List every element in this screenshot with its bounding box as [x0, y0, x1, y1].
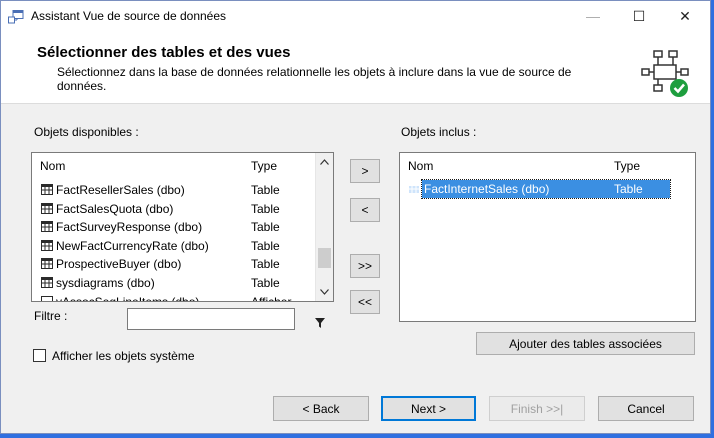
list-item[interactable]: FactInternetSales (dbo) Table [408, 179, 671, 199]
list-item[interactable]: vAssocSeqLineItems (dbo) Afficher [32, 293, 333, 302]
minimize-button[interactable]: — [570, 1, 616, 33]
list-item-name: sysdiagrams (dbo) [56, 276, 155, 290]
data-source-view-check-icon [641, 50, 689, 97]
filter-label: Filtre : [34, 309, 68, 323]
wizard-window: Assistant Vue de source de données — ☐ ✕… [0, 0, 711, 434]
next-button[interactable]: Next > [381, 396, 476, 421]
page-title: Sélectionner des tables et des vues [37, 44, 291, 61]
back-button[interactable]: < Back [273, 396, 369, 421]
filter-icon[interactable] [315, 318, 325, 328]
scroll-thumb[interactable] [318, 248, 331, 268]
list-item-type: Afficher [251, 294, 292, 302]
column-header-name[interactable]: Nom [408, 159, 433, 173]
page-description: Sélectionnez dans la base de données rel… [57, 65, 572, 93]
table-icon [41, 221, 53, 233]
list-item-type: Table [251, 201, 280, 216]
table-icon [41, 277, 53, 288]
list-item-name: NewFactCurrencyRate (dbo) [56, 238, 209, 253]
scroll-down-arrow-icon[interactable] [320, 289, 329, 295]
view-icon [41, 295, 53, 301]
filter-input[interactable] [127, 308, 295, 330]
list-item[interactable]: ProspectiveBuyer (dbo) Table [32, 255, 333, 273]
list-item[interactable]: FactSalesQuota (dbo) Table [32, 200, 333, 218]
table-icon [41, 258, 53, 270]
list-item-type: Table [251, 238, 280, 253]
list-item-name: FactSalesQuota (dbo) [56, 201, 174, 216]
add-selected-button[interactable]: > [350, 159, 380, 183]
table-icon [41, 239, 53, 251]
maximize-button[interactable]: ☐ [616, 1, 662, 33]
included-objects-list[interactable]: Nom Type FactInternetSales (dbo) Table [399, 152, 696, 322]
close-button[interactable]: ✕ [662, 1, 708, 33]
list-item-type: Table [251, 257, 280, 272]
column-header-name[interactable]: Nom [40, 159, 65, 173]
remove-selected-button[interactable]: < [350, 198, 380, 222]
list-item-name: FactInternetSales (dbo) [424, 182, 550, 196]
cancel-button[interactable]: Cancel [598, 396, 694, 421]
column-header-type[interactable]: Type [251, 159, 277, 173]
list-item-name: FactSurveyResponse (dbo) [56, 220, 203, 235]
list-item-type: Table [251, 276, 280, 290]
table-icon [41, 202, 53, 214]
remove-all-button[interactable]: << [350, 290, 380, 314]
list-item-type: Table [614, 182, 643, 196]
wizard-header: Sélectionner des tables et des vues Séle… [1, 33, 710, 104]
available-objects-label: Objets disponibles : [34, 125, 139, 139]
table-icon [408, 183, 420, 194]
add-related-tables-button[interactable]: Ajouter des tables associées [476, 332, 695, 355]
show-system-objects-checkbox[interactable] [33, 349, 46, 362]
list-item[interactable]: FactSurveyResponse (dbo) Table [32, 218, 333, 236]
available-objects-list[interactable]: Nom Type FactResellerSales (dbo) Table Fac… [31, 152, 334, 302]
list-item-name: vAssocSeqLineItems (dbo) [56, 294, 200, 302]
list-item-type: Table [251, 220, 280, 235]
list-item-type: Table [251, 183, 280, 197]
table-icon [41, 184, 53, 195]
list-item[interactable]: sysdiagrams (dbo) Table [32, 274, 333, 292]
included-objects-label: Objets inclus : [401, 125, 477, 139]
list-item[interactable]: FactResellerSales (dbo) Table [32, 181, 333, 199]
title-bar[interactable]: Assistant Vue de source de données — ☐ ✕ [1, 1, 710, 33]
list-item-name: FactResellerSales (dbo) [56, 183, 185, 197]
window-title: Assistant Vue de source de données [31, 9, 227, 23]
add-all-button[interactable]: >> [350, 254, 380, 278]
list-item[interactable]: NewFactCurrencyRate (dbo) Table [32, 237, 333, 255]
finish-button[interactable]: Finish >>| [489, 396, 585, 421]
scroll-up-arrow-icon[interactable] [320, 159, 329, 165]
data-source-view-app-icon [8, 10, 24, 24]
show-system-objects-label[interactable]: Afficher les objets système [52, 349, 195, 363]
available-list-scrollbar[interactable] [315, 153, 333, 301]
column-header-type[interactable]: Type [614, 159, 640, 173]
list-item-name: ProspectiveBuyer (dbo) [56, 257, 182, 272]
